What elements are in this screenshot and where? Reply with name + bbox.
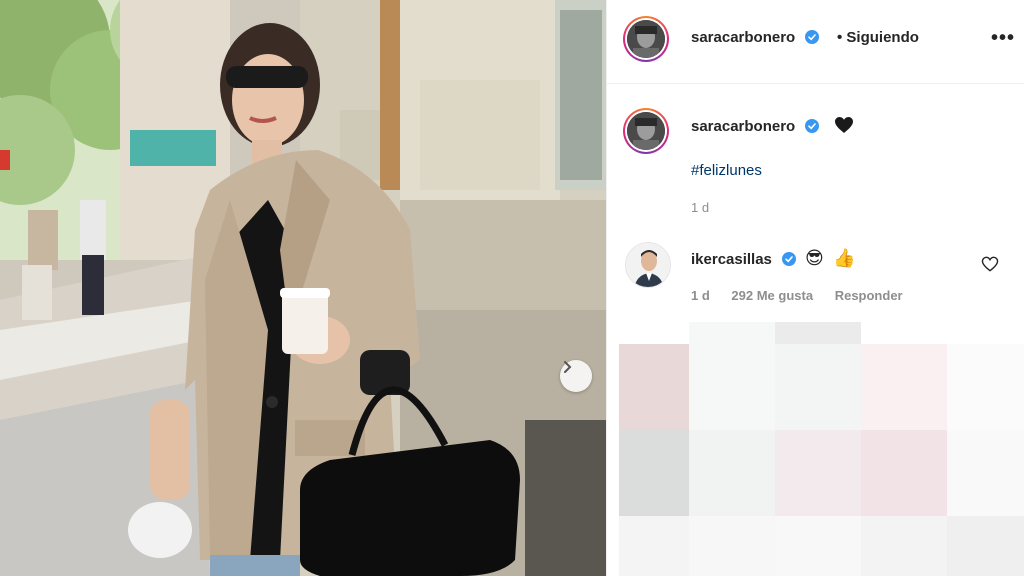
- sunglasses-emoji: 😎: [805, 248, 824, 269]
- verified-badge-icon: [805, 30, 820, 44]
- post-photo[interactable]: [0, 0, 606, 576]
- author-username[interactable]: saracarbonero: [691, 29, 820, 46]
- post-side-panel: saracarbonero • Siguiendo ••• saracarbon…: [606, 0, 1024, 576]
- photo-scene: [0, 0, 606, 576]
- caption-hashtag[interactable]: #felizlunes: [691, 162, 762, 179]
- comment-time[interactable]: 1 d: [691, 288, 710, 303]
- black-heart-icon: [835, 117, 853, 133]
- caption-author-avatar[interactable]: [623, 108, 669, 154]
- thumbs-up-emoji: 👍: [833, 248, 856, 269]
- comment-meta: 1 d 292 Me gusta Responder: [691, 288, 921, 303]
- heart-outline-icon[interactable]: [981, 256, 999, 272]
- caption-time[interactable]: 1 d: [691, 200, 709, 215]
- comment-avatar-image: [626, 243, 670, 287]
- comment-reply-button[interactable]: Responder: [835, 288, 903, 303]
- caption-avatar-image: [627, 112, 665, 150]
- comment-author-avatar[interactable]: [625, 242, 671, 288]
- comment-likes[interactable]: 292 Me gusta: [731, 288, 813, 303]
- next-photo-button[interactable]: [560, 360, 592, 392]
- author-avatar-image: [627, 20, 665, 58]
- verified-badge-icon: [782, 252, 797, 266]
- comment-author-username[interactable]: ikercasillas: [691, 251, 797, 268]
- more-options-icon[interactable]: •••: [991, 28, 1015, 48]
- follow-status[interactable]: • Siguiendo: [837, 29, 919, 46]
- author-avatar[interactable]: [623, 16, 669, 62]
- post-header: saracarbonero • Siguiendo •••: [607, 0, 1024, 84]
- verified-badge-icon: [805, 119, 820, 133]
- author-username-text[interactable]: saracarbonero: [691, 29, 795, 46]
- caption-author-text[interactable]: saracarbonero: [691, 118, 795, 135]
- chevron-right-icon: [564, 361, 572, 373]
- comment-author-text[interactable]: ikercasillas: [691, 251, 772, 268]
- pixelated-comments-region: [619, 322, 1024, 576]
- caption-author-username[interactable]: saracarbonero: [691, 118, 820, 135]
